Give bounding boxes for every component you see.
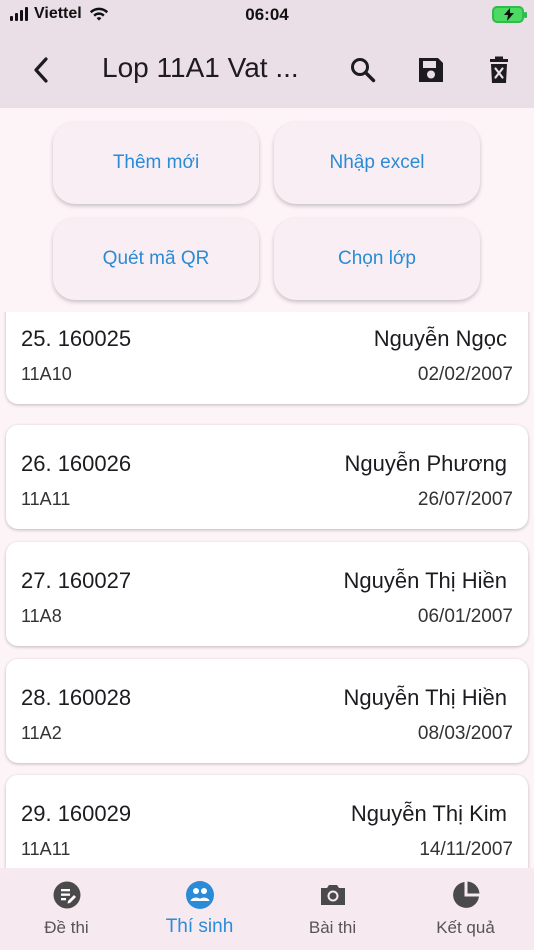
back-arrow-icon <box>34 57 48 83</box>
import-excel-button[interactable]: Nhập excel <box>274 122 480 204</box>
page-title: Lop 11A1 Vat ... <box>102 52 299 83</box>
exam-icon <box>53 881 80 909</box>
nav-label-results: Kết quả <box>436 918 495 937</box>
student-card[interactable]: 28. 160028 Nguyễn Thị Hiền 11A2 08/03/20… <box>6 659 528 763</box>
nav-label-exams: Đề thi <box>44 918 89 937</box>
camera-icon <box>320 885 345 905</box>
student-class: 11A8 <box>21 606 62 626</box>
student-name: Nguyễn Thị Hiền <box>343 568 507 593</box>
student-class: 11A11 <box>21 839 71 859</box>
save-button[interactable] <box>411 50 451 90</box>
status-bar: Viettel 06:04 <box>0 0 534 32</box>
student-card[interactable]: 25. 160025 Nguyễn Ngọc 11A10 02/02/2007 <box>6 312 528 404</box>
student-id: 29. 160029 <box>21 801 132 826</box>
student-card[interactable]: 26. 160026 Nguyễn Phương 11A11 26/07/200… <box>6 425 528 529</box>
candidates-icon <box>185 881 214 909</box>
student-card[interactable]: 29. 160029 Nguyễn Thị Kim 11A11 14/11/20… <box>6 775 528 868</box>
screen: Viettel 06:04 Lop 11A1 Vat ... Thêm mới … <box>0 0 534 950</box>
student-list[interactable]: 25. 160025 Nguyễn Ngọc 11A10 02/02/2007 … <box>0 312 534 868</box>
add-new-button[interactable]: Thêm mới <box>53 122 259 204</box>
student-name: Nguyễn Thị Hiền <box>343 685 507 710</box>
nav-label-tests: Bài thi <box>308 918 357 937</box>
student-id: 26. 160026 <box>21 451 132 476</box>
clock: 06:04 <box>245 5 289 24</box>
student-class: 11A11 <box>21 489 71 509</box>
student-name: Nguyễn Thị Kim <box>350 801 507 826</box>
scan-qr-button[interactable]: Quét mã QR <box>53 218 259 300</box>
student-id: 28. 160028 <box>21 685 132 710</box>
top-bar: Viettel 06:04 Lop 11A1 Vat ... <box>0 0 534 108</box>
student-id: 27. 160027 <box>21 568 132 593</box>
battery-charging-icon <box>492 6 527 23</box>
student-dob: 02/02/2007 <box>417 364 513 385</box>
search-button[interactable] <box>343 50 383 90</box>
student-dob: 08/03/2007 <box>417 723 513 744</box>
student-dob: 14/11/2007 <box>419 839 513 860</box>
student-id: 25. 160025 <box>21 326 132 351</box>
nav-item-exams[interactable]: Đề thi <box>0 868 133 950</box>
student-class: 11A10 <box>21 364 72 384</box>
back-button[interactable] <box>24 50 58 90</box>
student-name: Nguyễn Ngọc <box>373 326 507 351</box>
app-bar: Lop 11A1 Vat ... <box>0 32 534 108</box>
search-icon <box>351 58 376 83</box>
student-class: 11A2 <box>21 723 62 743</box>
nav-item-tests[interactable]: Bài thi <box>266 868 399 950</box>
nav-item-results[interactable]: Kết quả <box>399 868 532 950</box>
delete-icon <box>490 56 508 83</box>
student-card[interactable]: 27. 160027 Nguyễn Thị Hiền 11A8 06/01/20… <box>6 542 528 646</box>
choose-class-button[interactable]: Chọn lớp <box>274 218 480 300</box>
student-dob: 26/07/2007 <box>417 489 513 510</box>
nav-item-candidates[interactable]: Thí sinh <box>133 868 266 950</box>
save-icon <box>419 58 443 82</box>
bottom-nav: Đề thi Thí sinh Bài thi Kết quả <box>0 868 534 950</box>
student-name: Nguyễn Phương <box>344 451 507 476</box>
delete-button[interactable] <box>479 50 519 90</box>
nav-label-candidates: Thí sinh <box>165 916 234 937</box>
student-dob: 06/01/2007 <box>417 606 513 627</box>
pie-chart-icon <box>452 881 479 908</box>
